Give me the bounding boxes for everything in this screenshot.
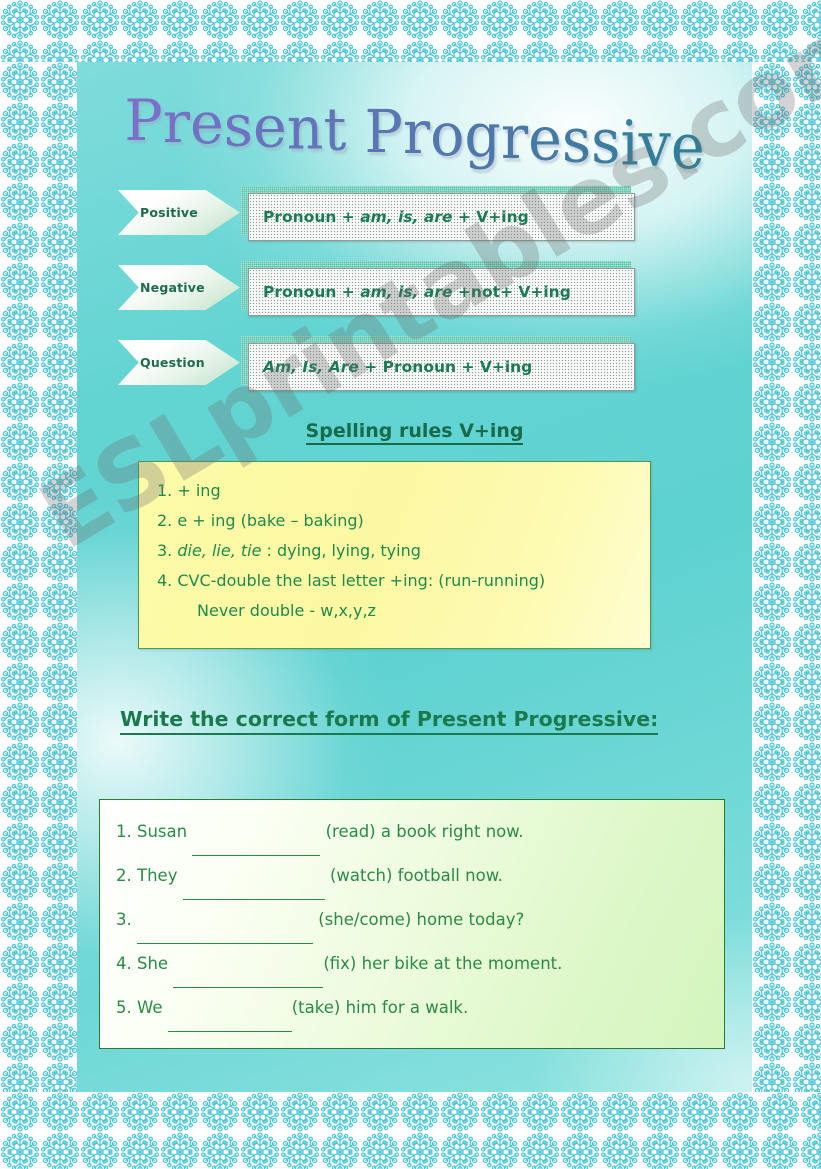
exercise-number: 4. (116, 954, 137, 973)
spelling-rule-item: 1. + ing (157, 481, 221, 500)
spelling-rule-number: 4. (157, 571, 178, 590)
exercise-sentence: 4. She (fix) her bike at the moment. (116, 944, 724, 988)
title-char: s (591, 106, 621, 178)
formula-text: Pronoun + am, is, are +not+ V+ing (263, 283, 571, 301)
title-char: e (190, 90, 224, 158)
formula-text: Am, Is, Are + Pronoun + V+ing (263, 358, 533, 376)
title-char: e (670, 110, 705, 184)
exercise-sentence: 2. They (watch) football now. (116, 856, 724, 900)
title-char: s (223, 92, 253, 160)
spelling-rules-box: 1. + ing 2. e + ing (bake – baking) 3. die… (138, 461, 651, 649)
arrow-label-text: Question (140, 355, 205, 370)
exercise-number: 2. (116, 866, 137, 885)
answer-blank[interactable] (167, 991, 292, 1032)
answer-blank[interactable] (182, 859, 325, 900)
exercise-sentence: 1. Susan (read) a book right now. (116, 812, 724, 856)
spelling-rule-subnote: Never double - w,x,y,z (197, 601, 376, 620)
page-title: Present Progressive (77, 88, 752, 183)
title-char: s (561, 105, 592, 177)
title-char: i (620, 108, 639, 180)
answer-blank[interactable] (192, 815, 321, 856)
answer-blank[interactable] (137, 903, 313, 944)
exercise-sentence: 3. (she/come) home today? (116, 900, 724, 944)
exercise-number: 5. (116, 998, 137, 1017)
title-char (346, 88, 364, 154)
snowflake-border-left (0, 62, 77, 1092)
spelling-rule-number: 3. (157, 541, 178, 560)
title-char: r (162, 89, 190, 157)
formula-italic: am, is, are (360, 283, 453, 301)
spelling-rule-item: 4. CVC-double the last letter +ing: (run… (157, 571, 546, 590)
formula-italic: am, is, are (360, 208, 453, 226)
arrow-label-text: Negative (140, 280, 205, 295)
snowflake-border-right (752, 62, 821, 1092)
title-char: t (323, 95, 347, 165)
spelling-rule-item: 3. die, lie, tie : dying, lying, tying (157, 541, 421, 560)
task-heading-text: Write the correct form of Present Progre… (120, 707, 659, 735)
task-heading: Write the correct form of Present Progre… (120, 707, 659, 735)
spelling-rule-item: 2. e + ing (bake – baking) (157, 511, 364, 530)
exercise-number: 1. (116, 822, 137, 841)
title-char: r (500, 102, 529, 174)
exercise-number: 3. (116, 910, 137, 929)
formula-italic: Am, Is, Are (263, 358, 359, 376)
spelling-rule-italic: die, lie, tie (177, 541, 262, 560)
title-char: v (638, 108, 671, 182)
exercise-box: 1. Susan (read) a book right now. 2. They… (99, 799, 725, 1049)
snowflake-border-bottom (0, 1092, 821, 1169)
formula-text: Pronoun + am, is, are + V+ing (263, 208, 529, 226)
worksheet-page: ESLprintables.com Present Progressive Pr… (0, 0, 821, 1169)
title-char: o (430, 100, 465, 170)
title-char: P (124, 88, 163, 154)
title-char: P (364, 97, 403, 167)
arrow-label-text: Positive (140, 205, 198, 220)
title-char: n (286, 95, 324, 163)
formula-box: Am, Is, Are + Pronoun + V+ing (248, 343, 635, 391)
spelling-rules-heading: Spelling rules V+ing (77, 420, 752, 445)
spelling-rules-heading-text: Spelling rules V+ing (305, 420, 524, 445)
spelling-rule-number: 2. (157, 511, 178, 530)
page-title-text: Present Progressive (124, 88, 704, 183)
answer-blank[interactable] (173, 947, 324, 988)
title-char: g (464, 101, 501, 171)
exercise-sentence: 5. We (take) him for a walk. (116, 988, 724, 1032)
snowflake-border-top (0, 0, 821, 62)
formula-box: Pronoun + am, is, are + V+ing (248, 193, 635, 241)
spelling-rule-number: 1. (157, 481, 178, 500)
formula-box: Pronoun + am, is, are +not+ V+ing (248, 268, 635, 316)
title-char: e (253, 93, 287, 161)
title-char: r (402, 98, 431, 168)
title-char: e (528, 103, 562, 175)
